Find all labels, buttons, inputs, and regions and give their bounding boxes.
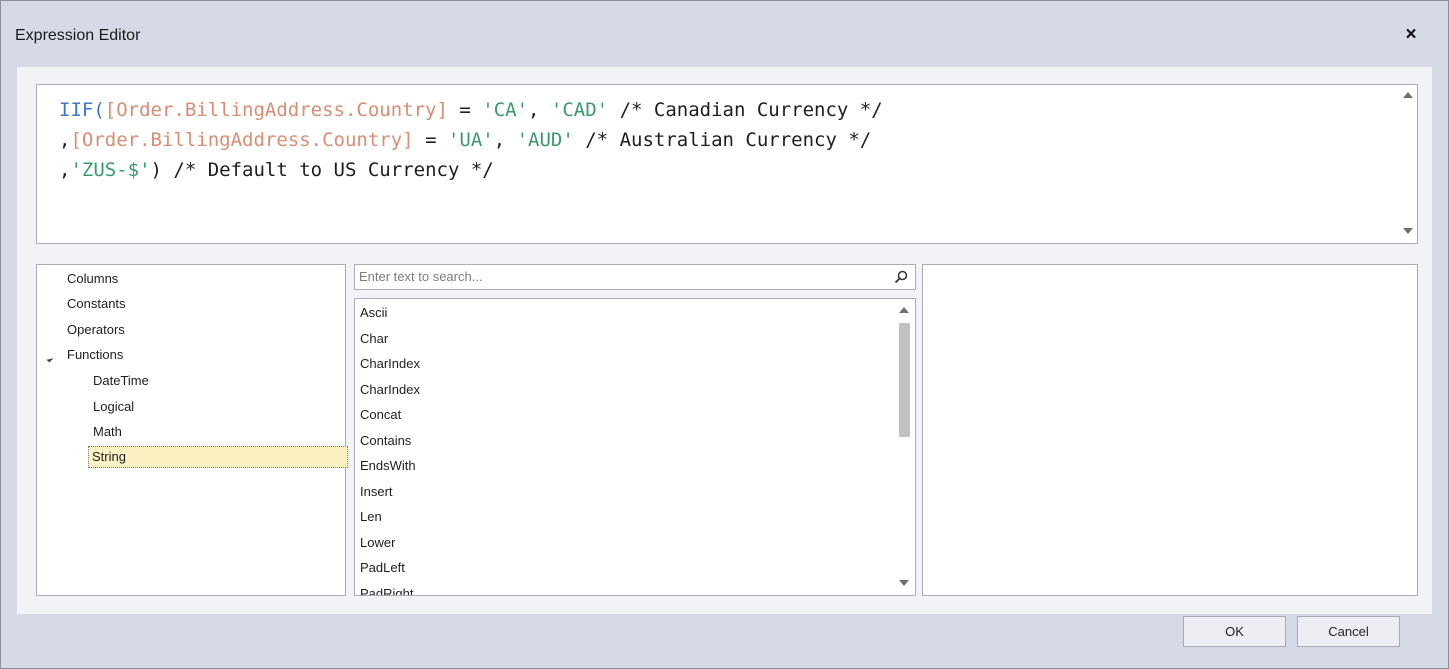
- code-token: 'UA': [447, 129, 494, 151]
- tree-item-logical[interactable]: Logical: [93, 397, 134, 417]
- cancel-button[interactable]: Cancel: [1297, 616, 1400, 647]
- code-line: ,'ZUS-$') /* Default to US Currency */: [59, 155, 883, 185]
- code-token: 'AUD': [516, 129, 574, 151]
- search-icon[interactable]: [893, 269, 909, 285]
- tree-item-datetime[interactable]: DateTime: [93, 371, 149, 391]
- code-token: ,: [59, 159, 71, 181]
- code-token: [Order.BillingAddress.Country]: [104, 99, 448, 121]
- code-line: IIF([Order.BillingAddress.Country] = 'CA…: [59, 95, 883, 125]
- close-icon[interactable]: ×: [1399, 23, 1423, 47]
- code-token: ,: [493, 129, 517, 151]
- code-token: /* Canadian Currency */: [608, 99, 883, 121]
- expression-editor-dialog: Expression Editor × IIF([Order.BillingAd…: [0, 0, 1449, 669]
- tree-item-constants[interactable]: Constants: [67, 294, 126, 314]
- function-item[interactable]: Lower: [360, 533, 395, 553]
- code-token: 'CA': [482, 99, 529, 121]
- function-item[interactable]: Char: [360, 329, 388, 349]
- function-item[interactable]: Ascii: [360, 303, 387, 323]
- tree-item-columns[interactable]: Columns: [67, 269, 118, 289]
- title-bar: Expression Editor ×: [1, 1, 1448, 67]
- scroll-down-icon[interactable]: [1403, 228, 1413, 234]
- function-item[interactable]: Insert: [360, 482, 393, 502]
- code-token: [Order.BillingAddress.Country]: [70, 129, 414, 151]
- code-token: ,: [528, 99, 551, 121]
- dialog-title: Expression Editor: [15, 27, 141, 44]
- code-token: 'ZUS-$': [70, 159, 151, 181]
- function-item[interactable]: Concat: [360, 405, 401, 425]
- function-item[interactable]: Len: [360, 507, 382, 527]
- ok-button[interactable]: OK: [1183, 616, 1286, 647]
- editor-scrollbar[interactable]: [1399, 85, 1417, 243]
- tree-item-operators[interactable]: Operators: [67, 320, 125, 340]
- list-scrollbar[interactable]: [893, 299, 915, 595]
- scroll-up-icon[interactable]: [1403, 92, 1413, 98]
- functions-list: Ascii Char CharIndex CharIndex Concat Contain…: [354, 298, 916, 596]
- code-token: ,: [59, 129, 71, 151]
- expression-editor[interactable]: IIF([Order.BillingAddress.Country] = 'CA…: [36, 84, 1418, 244]
- code-token: =: [413, 129, 448, 151]
- function-item[interactable]: PadLeft: [360, 558, 405, 578]
- function-item[interactable]: EndsWith: [360, 456, 416, 476]
- function-item[interactable]: CharIndex: [360, 354, 420, 374]
- code-token: ) /* Default to US Currency */: [150, 159, 494, 181]
- dialog-footer: OK Cancel: [1, 614, 1448, 668]
- code-token: /* Australian Currency */: [573, 129, 872, 151]
- description-panel: [922, 264, 1418, 596]
- category-tree: Columns Constants Operators Functions Da…: [36, 264, 348, 596]
- scroll-up-icon[interactable]: [899, 307, 909, 313]
- tree-item-functions[interactable]: Functions: [67, 345, 123, 365]
- function-item[interactable]: Contains: [360, 431, 411, 451]
- code-token: IIF(: [59, 99, 105, 121]
- scroll-down-icon[interactable]: [899, 580, 909, 586]
- search-box: [354, 264, 916, 290]
- tree-item-math[interactable]: Math: [93, 422, 122, 442]
- dialog-body: IIF([Order.BillingAddress.Country] = 'CA…: [17, 67, 1432, 614]
- code-token: 'CAD': [550, 99, 609, 121]
- search-input[interactable]: [359, 268, 879, 285]
- expanded-triangle-icon[interactable]: [46, 355, 54, 363]
- expression-code[interactable]: IIF([Order.BillingAddress.Country] = 'CA…: [59, 95, 883, 185]
- function-item[interactable]: PadRight: [360, 584, 413, 596]
- tree-item-string[interactable]: String: [88, 446, 348, 468]
- code-token: =: [447, 99, 483, 121]
- code-line: ,[Order.BillingAddress.Country] = 'UA', …: [59, 125, 883, 155]
- function-item[interactable]: CharIndex: [360, 380, 420, 400]
- scrollbar-thumb[interactable]: [899, 323, 910, 437]
